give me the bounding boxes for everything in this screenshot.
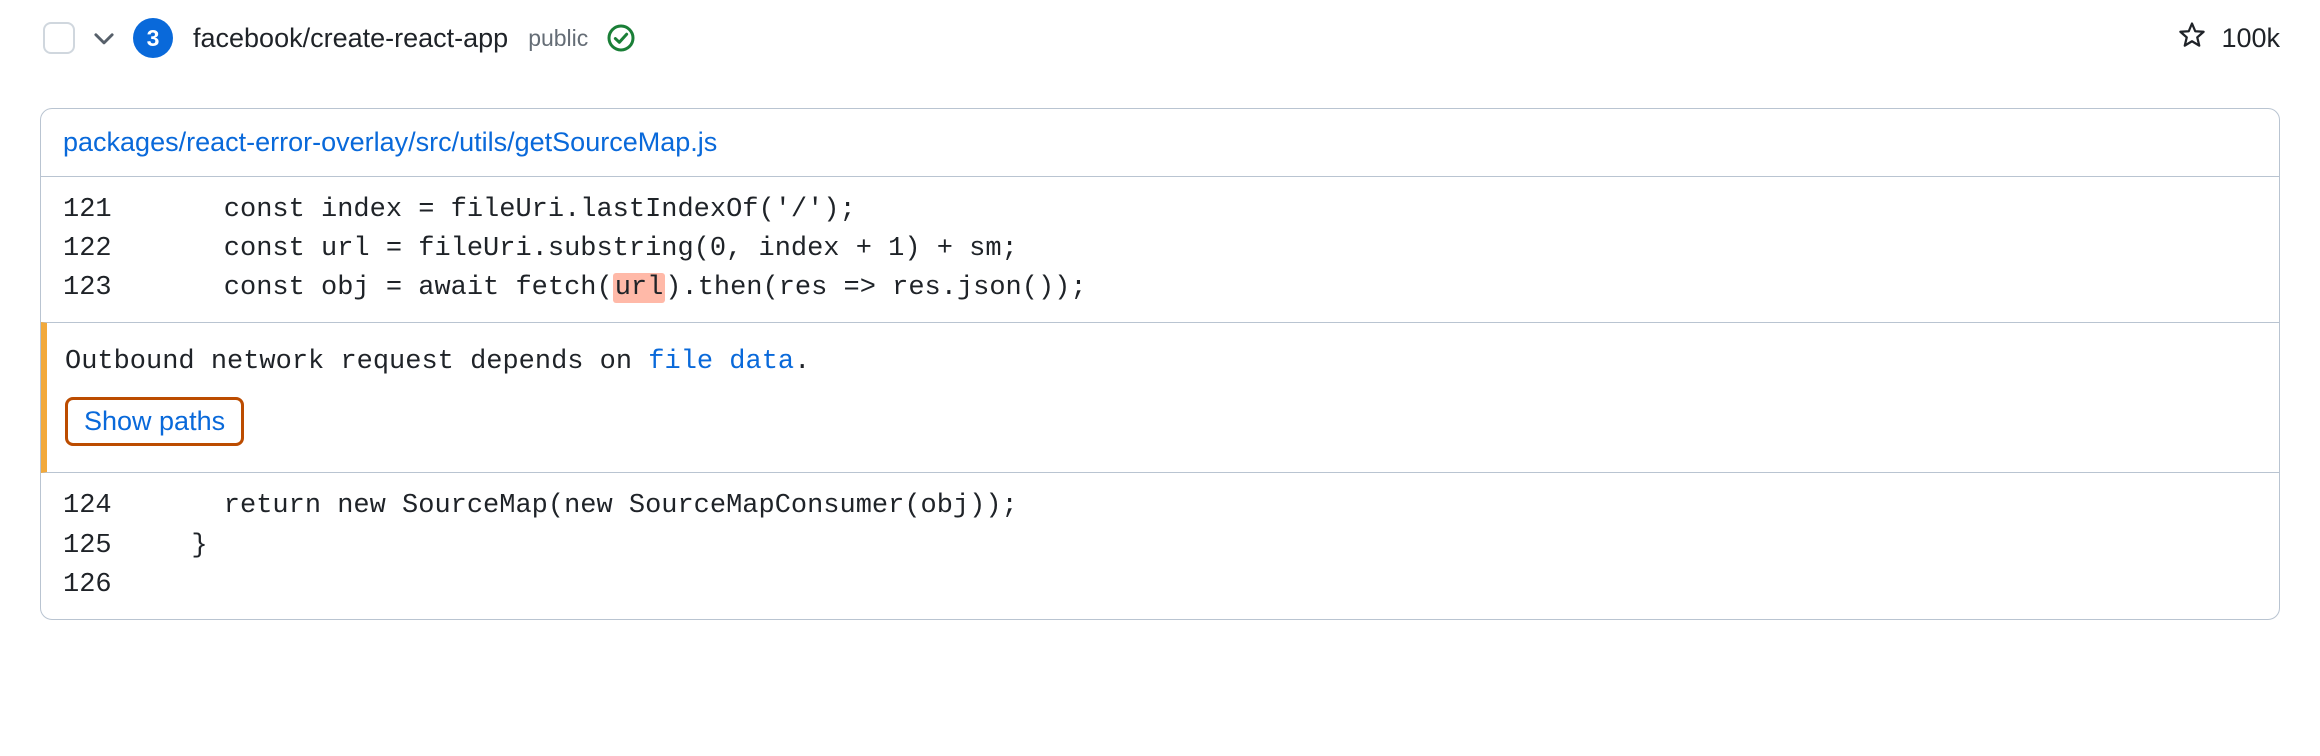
result-header: 3 facebook/create-react-app public 100k — [40, 18, 2280, 58]
show-paths-button[interactable]: Show paths — [65, 397, 244, 446]
line-number: 126 — [63, 566, 159, 605]
highlight-url: url — [613, 273, 666, 303]
line-number: 122 — [63, 230, 159, 269]
code-text — [159, 566, 2257, 605]
alert-message: Outbound network request depends on file… — [65, 347, 2257, 377]
code-line: 122 const url = fileUri.substring(0, ind… — [41, 230, 2279, 269]
star-count: 100k — [2221, 23, 2280, 54]
verified-check-icon — [606, 23, 636, 53]
line-number: 124 — [63, 487, 159, 526]
code-line: 124 return new SourceMap(new SourceMapCo… — [41, 487, 2279, 526]
star-icon — [2177, 20, 2207, 57]
alert-banner: Outbound network request depends on file… — [41, 322, 2279, 473]
chevron-down-icon[interactable] — [89, 23, 119, 53]
code-text: const index = fileUri.lastIndexOf('/'); — [159, 191, 2257, 230]
repo-name[interactable]: facebook/create-react-app — [193, 23, 508, 54]
visibility-label: public — [528, 25, 588, 52]
issue-count-badge[interactable]: 3 — [133, 18, 173, 58]
code-result-panel: packages/react-error-overlay/src/utils/g… — [40, 108, 2280, 620]
code-text: const url = fileUri.substring(0, index +… — [159, 230, 2257, 269]
code-line: 126 — [41, 566, 2279, 605]
code-line: 121 const index = fileUri.lastIndexOf('/… — [41, 191, 2279, 230]
file-path-link[interactable]: packages/react-error-overlay/src/utils/g… — [63, 127, 717, 157]
select-checkbox[interactable] — [43, 22, 75, 54]
line-number: 123 — [63, 269, 159, 308]
line-number: 121 — [63, 191, 159, 230]
star-button[interactable]: 100k — [2177, 20, 2280, 57]
code-text: } — [159, 527, 2257, 566]
code-block-bottom: 124 return new SourceMap(new SourceMapCo… — [41, 473, 2279, 618]
line-number: 125 — [63, 527, 159, 566]
file-path-header: packages/react-error-overlay/src/utils/g… — [41, 109, 2279, 177]
code-block-top: 121 const index = fileUri.lastIndexOf('/… — [41, 177, 2279, 322]
alert-file-data-link[interactable]: file data — [648, 347, 794, 377]
alert-text-prefix: Outbound network request depends on — [65, 347, 648, 377]
code-text: return new SourceMap(new SourceMapConsum… — [159, 487, 2257, 526]
code-line: 123 const obj = await fetch(url).then(re… — [41, 269, 2279, 308]
code-text: const obj = await fetch(url).then(res =>… — [159, 269, 2257, 308]
code-line: 125 } — [41, 527, 2279, 566]
alert-text-suffix: . — [794, 347, 810, 377]
